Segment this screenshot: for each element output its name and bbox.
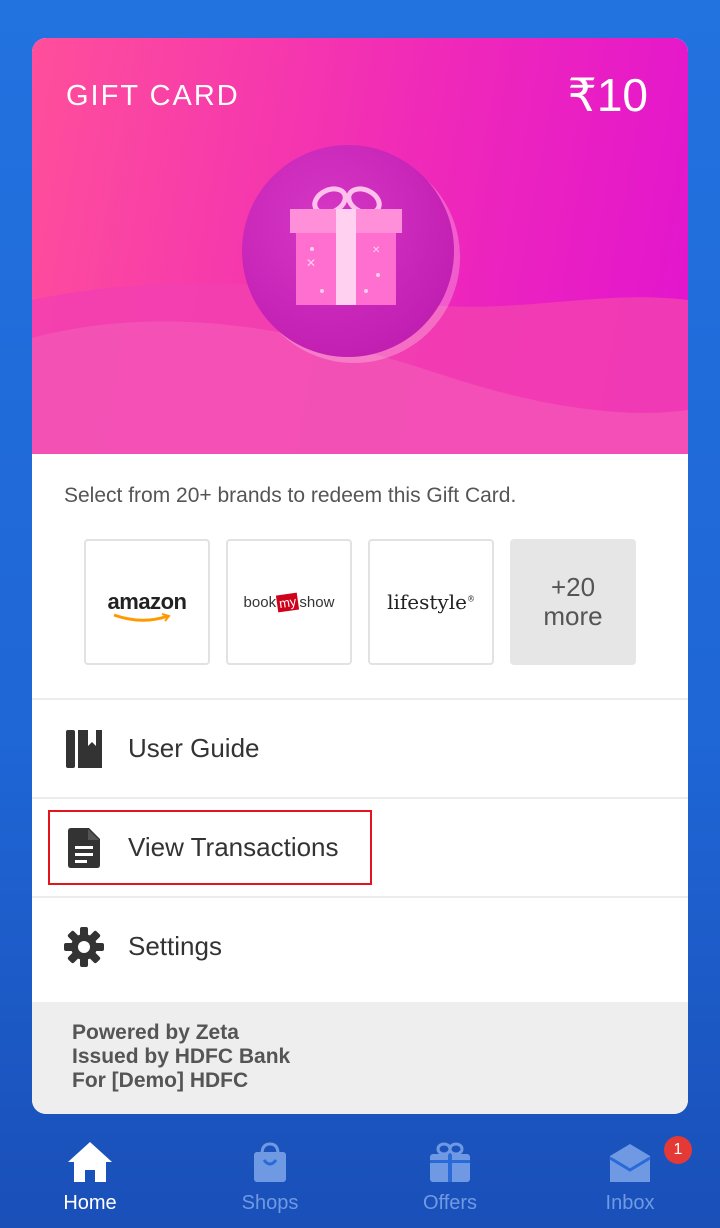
tab-home-label: Home xyxy=(63,1192,117,1214)
book-icon xyxy=(64,729,104,769)
footer-powered-by: Powered by Zeta xyxy=(72,1021,239,1044)
lifestyle-logo-text: lifestyle xyxy=(387,590,467,614)
menu-item-user-guide[interactable]: User Guide xyxy=(32,698,688,797)
gear-icon xyxy=(64,926,104,967)
more-brands-count: +20 xyxy=(550,572,596,602)
gift-box-icon: ✕ ✕ xyxy=(242,145,454,357)
more-brands-button[interactable]: +20 more xyxy=(510,539,636,665)
bottom-tab-bar: Home Shops Offers 1 Inbox xyxy=(0,1128,720,1228)
svg-text:✕: ✕ xyxy=(372,245,380,256)
tab-offers[interactable]: Offers xyxy=(360,1128,540,1228)
tab-shops-label: Shops xyxy=(241,1192,299,1214)
gift-card-hero[interactable]: GIFT CARD ₹10 ✕ ✕ xyxy=(32,38,688,454)
brand-list: amazon book my show lifestyle® +20 more xyxy=(84,539,636,665)
tab-offers-label: Offers xyxy=(422,1192,478,1214)
menu-label-user-guide: User Guide xyxy=(128,733,260,763)
bookmyshow-logo: book my show xyxy=(243,592,335,612)
inbox-badge: 1 xyxy=(664,1136,692,1164)
tab-home[interactable]: Home xyxy=(0,1128,180,1228)
tab-inbox[interactable]: 1 Inbox xyxy=(540,1128,720,1228)
gift-icon xyxy=(430,1142,470,1182)
home-icon xyxy=(68,1142,112,1182)
gift-card-panel: GIFT CARD ₹10 ✕ ✕ Select from 20+ brands… xyxy=(32,38,688,1114)
footer-info: Powered by Zeta Issued by HDFC Bank For … xyxy=(32,1002,688,1114)
menu-label-settings: Settings xyxy=(128,931,222,961)
menu-item-view-transactions[interactable]: View Transactions xyxy=(32,797,688,896)
brand-amazon[interactable]: amazon xyxy=(84,539,210,665)
bms-part-book: book xyxy=(243,593,277,611)
gift-card-amount: ₹10 xyxy=(567,69,648,121)
tab-shops[interactable]: Shops xyxy=(180,1128,360,1228)
redeem-text: Select from 20+ brands to redeem this Gi… xyxy=(64,484,517,507)
document-icon xyxy=(64,827,104,868)
footer-for: For [Demo] HDFC xyxy=(72,1069,249,1092)
brand-lifestyle[interactable]: lifestyle® xyxy=(368,539,494,665)
bms-part-show: show xyxy=(299,593,335,611)
bms-part-my: my xyxy=(275,592,300,612)
amazon-logo: amazon xyxy=(107,589,187,622)
menu-label-view-transactions: View Transactions xyxy=(128,832,339,862)
footer-issued-by: Issued by HDFC Bank xyxy=(72,1045,291,1068)
amazon-smile-icon xyxy=(113,613,171,622)
svg-text:✕: ✕ xyxy=(306,256,316,270)
brand-bookmyshow[interactable]: book my show xyxy=(226,539,352,665)
tab-inbox-label: Inbox xyxy=(605,1192,655,1214)
shopping-bag-icon xyxy=(254,1142,286,1182)
menu-item-settings[interactable]: Settings xyxy=(32,896,688,995)
amazon-logo-text: amazon xyxy=(107,589,187,614)
mail-icon xyxy=(609,1144,651,1182)
lifestyle-logo: lifestyle® xyxy=(387,590,475,614)
more-brands-label: more xyxy=(543,601,603,631)
gift-card-title: GIFT CARD xyxy=(66,80,240,112)
